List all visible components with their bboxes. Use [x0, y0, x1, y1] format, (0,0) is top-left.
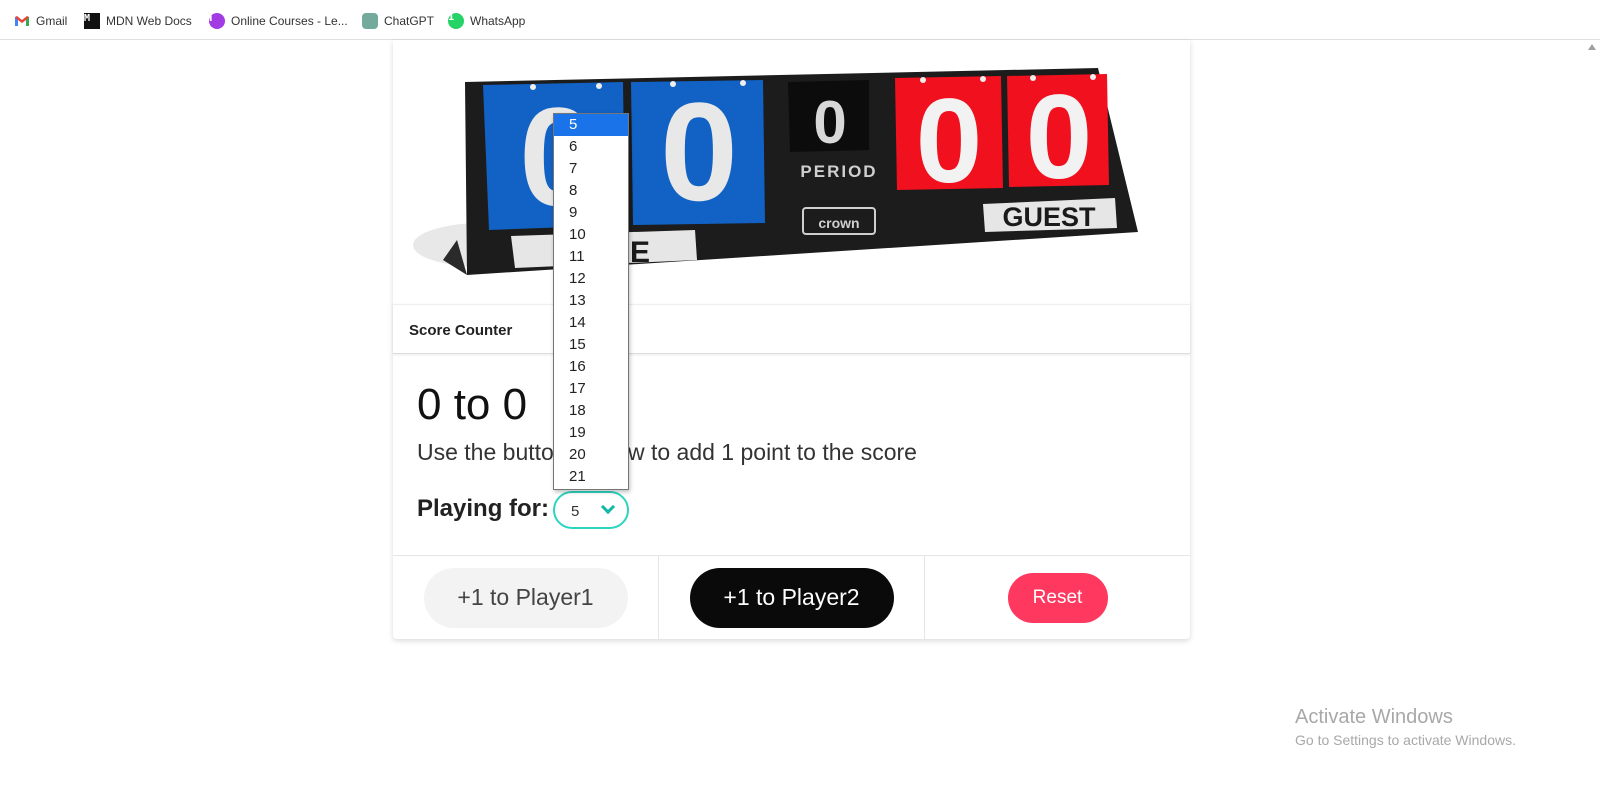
dropdown-option[interactable]: 12 — [554, 268, 628, 290]
footer-cell-player2: +1 to Player2 — [659, 556, 925, 639]
dropdown-option[interactable]: 17 — [554, 378, 628, 400]
footer-cell-player1: +1 to Player1 — [393, 556, 659, 639]
guest-digit-2: 0 — [1026, 70, 1093, 204]
mdn-icon: M — [84, 13, 100, 29]
bookmarks-bar: Gmail M MDN Web Docs i Online Courses - … — [0, 0, 1600, 40]
dropdown-option[interactable]: 7 — [554, 158, 628, 180]
dropdown-option[interactable]: 10 — [554, 224, 628, 246]
chevron-down-icon — [600, 499, 616, 515]
bookmark-mdn[interactable]: M MDN Web Docs — [84, 12, 192, 30]
dropdown-option[interactable]: 9 — [554, 202, 628, 224]
dropdown-option[interactable]: 15 — [554, 334, 628, 356]
page: Gmail M MDN Web Docs i Online Courses - … — [0, 0, 1600, 788]
online-courses-icon: i — [209, 13, 225, 29]
dropdown-option[interactable]: 11 — [554, 246, 628, 268]
dropdown-option[interactable]: 20 — [554, 444, 628, 466]
select-value: 5 — [571, 503, 580, 520]
whatsapp-icon: 1 — [448, 13, 464, 29]
home-digit-2: 0 — [660, 73, 738, 230]
bookmark-label: Gmail — [36, 14, 68, 28]
dropdown-option[interactable]: 21 — [554, 466, 628, 488]
dropdown-option[interactable]: 6 — [554, 136, 628, 158]
activate-windows-title: Activate Windows — [1295, 706, 1453, 728]
activate-windows-subtitle: Go to Settings to activate Windows. — [1295, 732, 1516, 748]
card-header-title: Score Counter — [409, 322, 513, 339]
scoreboard-image: 0 0 0 PERIOD crown 0 0 HOME GUEST — [393, 40, 1190, 304]
card-footer: +1 to Player1 +1 to Player2 Reset — [393, 555, 1190, 639]
score-card: 0 0 0 PERIOD crown 0 0 HOME GUEST — [393, 40, 1190, 639]
bookmark-label: Online Courses - Le... — [231, 14, 348, 28]
scoreboard-illustration: 0 0 0 PERIOD crown 0 0 HOME GUEST — [413, 68, 1138, 275]
playing-for-label: Playing for: — [417, 495, 550, 522]
period-digit: 0 — [813, 89, 846, 156]
card-header: Score Counter — [393, 304, 1190, 354]
dropdown-option[interactable]: 16 — [554, 356, 628, 378]
page-scrollbar[interactable] — [1584, 40, 1600, 788]
crown-brand-text: crown — [818, 215, 859, 231]
gmail-icon — [15, 16, 29, 26]
guest-digit-1: 0 — [916, 74, 983, 208]
period-label: PERIOD — [800, 162, 877, 181]
scroll-up-arrow-icon[interactable] — [1588, 44, 1596, 50]
reset-button[interactable]: Reset — [1007, 572, 1108, 623]
bookmark-whatsapp[interactable]: 1 WhatsApp — [448, 12, 525, 30]
score-instructions: Use the buttons below to add 1 point to … — [417, 439, 917, 465]
bookmark-gmail[interactable]: Gmail — [14, 12, 67, 30]
dropdown-option[interactable]: 14 — [554, 312, 628, 334]
add-point-player1-button[interactable]: +1 to Player1 — [423, 567, 628, 628]
dropdown-option[interactable]: 8 — [554, 180, 628, 202]
dropdown-option[interactable]: 5 — [554, 114, 628, 136]
bookmark-label: ChatGPT — [384, 14, 435, 28]
playing-for-select[interactable]: 5 — [553, 491, 629, 529]
bookmark-online-courses[interactable]: i Online Courses - Le... — [209, 12, 348, 30]
bookmark-label: MDN Web Docs — [106, 14, 192, 28]
add-point-player2-button[interactable]: +1 to Player2 — [689, 567, 894, 628]
footer-cell-reset: Reset — [925, 556, 1190, 639]
score-display: 0 to 0 — [417, 380, 528, 429]
dropdown-option[interactable]: 19 — [554, 422, 628, 444]
bookmark-label: WhatsApp — [470, 14, 526, 28]
bookmark-chatgpt[interactable]: ChatGPT — [362, 12, 434, 30]
playing-for-options-list[interactable]: 5 6 7 8 9 10 11 12 13 14 15 16 17 18 19 20 21 — [553, 113, 629, 490]
dropdown-option[interactable]: 13 — [554, 290, 628, 312]
dropdown-option[interactable]: 18 — [554, 400, 628, 422]
guest-label: GUEST — [1002, 202, 1096, 232]
chatgpt-icon — [362, 13, 378, 29]
